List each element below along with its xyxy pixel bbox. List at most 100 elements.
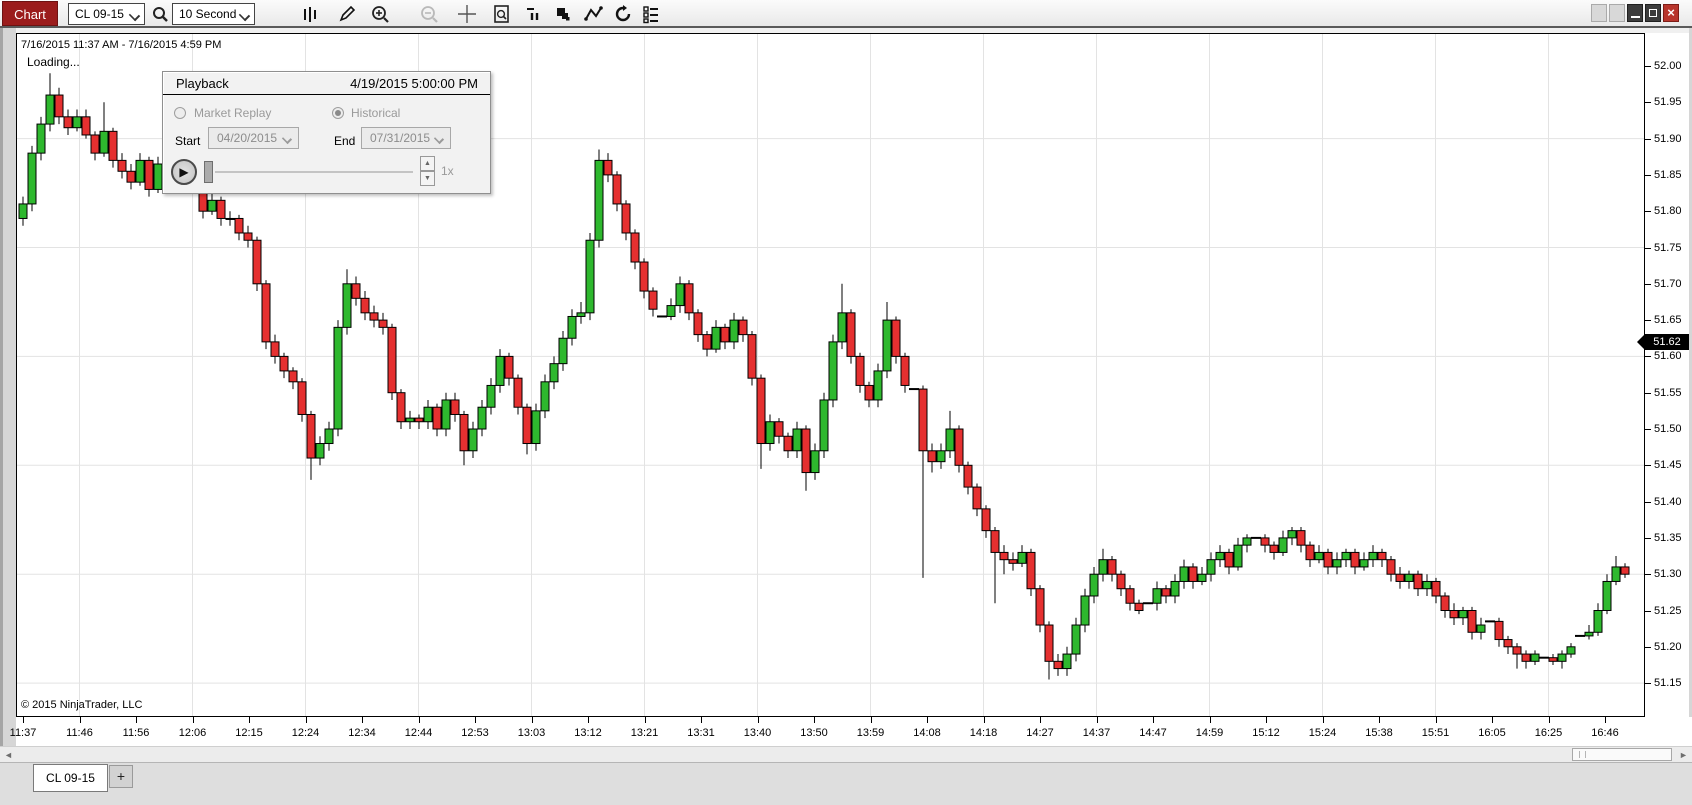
loading-indicator: Loading... [27, 55, 80, 69]
time-tick [1153, 717, 1154, 723]
price-label: 51.25 [1654, 604, 1682, 617]
time-label: 12:44 [404, 727, 433, 739]
price-tick [1645, 501, 1651, 503]
time-label: 12:53 [461, 727, 489, 739]
time-tick [1548, 717, 1550, 723]
price-label: 52.00 [1654, 60, 1682, 72]
time-label: 13:59 [856, 727, 885, 739]
price-tick [1645, 211, 1651, 213]
playback-datetime: 4/19/2015 5:00:00 PM [350, 76, 478, 91]
start-label: Start [175, 134, 201, 148]
chevron-down-icon [433, 133, 445, 145]
start-date-select[interactable]: 04/20/2015 [208, 127, 299, 149]
price-label: 51.60 [1654, 350, 1682, 363]
price-axis[interactable]: 52.00 51.95 51.90 51.85 51.80 51.75 51.70 51.65… [1645, 33, 1689, 717]
price-tick [1645, 537, 1651, 539]
time-tick [475, 717, 476, 723]
chart-window: Chart CL 09-15 10 Second × 7/16/2015 11:… [0, 0, 1692, 805]
price-tick [1645, 102, 1651, 104]
time-label: 13:12 [574, 727, 602, 739]
time-tick [814, 717, 815, 723]
playback-titlebar[interactable]: Playback 4/19/2015 5:00:00 PM [163, 72, 490, 95]
time-tick [1266, 717, 1267, 723]
time-tick [418, 717, 420, 723]
time-label: 13:03 [517, 727, 546, 739]
price-label: 51.55 [1654, 386, 1682, 399]
time-label: 13:50 [800, 727, 828, 739]
time-tick [1605, 717, 1606, 723]
historical-radio[interactable] [332, 107, 344, 119]
time-tick [79, 717, 81, 723]
time-tick [136, 717, 137, 723]
last-price-marker-arrow [1637, 333, 1645, 350]
time-tick [757, 717, 759, 723]
time-label: 15:12 [1252, 727, 1280, 739]
speed-value: 1x [441, 164, 454, 178]
time-tick [1096, 717, 1098, 723]
time-tick [249, 717, 250, 723]
price-label: 51.30 [1654, 568, 1682, 581]
price-label: 51.70 [1654, 277, 1682, 290]
tab-strip: CL 09-15 + [0, 762, 1692, 805]
end-label: End [334, 134, 356, 148]
time-label: 14:27 [1026, 727, 1054, 739]
chart-date-range: 7/16/2015 11:37 AM - 7/16/2015 4:59 PM [21, 39, 222, 51]
time-tick [1435, 717, 1437, 723]
playback-slider-track[interactable] [215, 171, 413, 173]
scroll-right-icon[interactable]: ► [1677, 749, 1690, 761]
copyright-text: © 2015 NinjaTrader, LLC [21, 699, 143, 711]
scroll-left-icon[interactable]: ◄ [2, 749, 15, 761]
time-tick [588, 717, 589, 723]
time-tick [531, 717, 533, 723]
price-tick [1645, 66, 1651, 67]
end-date-select[interactable]: 07/31/2015 [361, 127, 451, 149]
price-tick [1645, 247, 1651, 249]
price-label: 51.95 [1654, 96, 1682, 109]
time-label: 15:38 [1365, 727, 1393, 739]
play-icon: ▶ [179, 165, 189, 179]
time-label: 11:46 [66, 727, 93, 739]
price-label: 51.85 [1654, 168, 1682, 181]
price-tick [1645, 392, 1651, 394]
chevron-down-icon [281, 133, 293, 145]
time-tick [1492, 717, 1493, 723]
price-tick [1645, 320, 1651, 322]
speed-down-button[interactable]: ▼ [420, 171, 435, 186]
end-date-value: 07/31/2015 [370, 131, 431, 145]
price-label: 51.65 [1654, 314, 1682, 327]
time-label: 16:05 [1478, 727, 1506, 739]
time-tick [644, 717, 646, 723]
scrollbar-thumb[interactable] [1572, 748, 1672, 761]
time-tick [23, 717, 24, 723]
price-label: 51.15 [1654, 677, 1682, 690]
price-label: 51.20 [1654, 640, 1682, 653]
add-tab-button[interactable]: + [109, 765, 133, 788]
market-replay-radio[interactable] [174, 107, 186, 119]
playback-dialog: Playback 4/19/2015 5:00:00 PM Market Rep… [162, 71, 491, 194]
time-label: 16:25 [1534, 727, 1563, 739]
price-tick [1645, 356, 1651, 358]
playback-title: Playback [176, 76, 229, 91]
price-tick [1645, 174, 1651, 176]
price-label: 51.75 [1654, 241, 1682, 254]
speed-up-button[interactable]: ▲ [420, 156, 435, 171]
time-tick [927, 717, 928, 723]
tab-cl-09-15[interactable]: CL 09-15 [33, 764, 108, 792]
price-tick [1645, 646, 1651, 648]
price-tick [1645, 138, 1651, 140]
time-label: 13:21 [630, 727, 659, 739]
play-button[interactable]: ▶ [171, 159, 197, 185]
time-tick [1040, 717, 1041, 723]
price-tick [1645, 283, 1651, 285]
historical-label: Historical [351, 106, 401, 120]
time-label: 11:37 [9, 727, 37, 739]
horizontal-scrollbar[interactable]: ◄ ► [0, 746, 1692, 762]
time-label: 12:06 [178, 727, 207, 739]
time-label: 13:40 [743, 727, 772, 739]
price-label: 51.80 [1654, 205, 1682, 218]
last-price-marker: 51.62 [1645, 333, 1689, 350]
playback-slider-handle[interactable] [204, 161, 213, 183]
time-axis[interactable]: 11:37 11:46 11:56 12:06 12:15 12:24 12:34 12:44… [10, 717, 1692, 746]
price-label: 51.40 [1654, 495, 1682, 508]
time-tick [1379, 717, 1380, 723]
